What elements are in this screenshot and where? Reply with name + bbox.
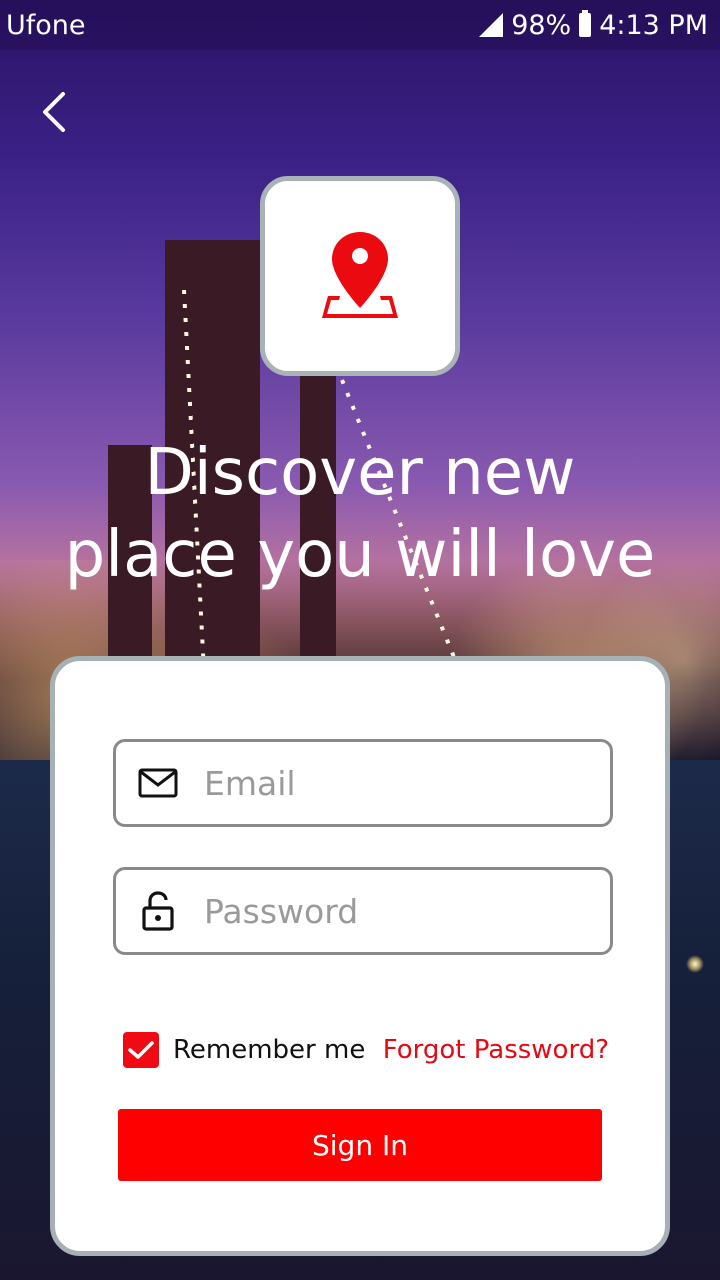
lock-icon	[136, 889, 180, 933]
chevron-left-icon	[43, 92, 65, 132]
login-card: Remember me Forgot Password? Sign In	[50, 656, 670, 1256]
login-screen: Ufone 98% 4:13 PM Discover new place you…	[0, 0, 720, 1280]
email-input[interactable]	[202, 762, 586, 804]
back-button[interactable]	[34, 86, 74, 138]
headline-line-2: place you will love	[64, 518, 656, 592]
map-pin-icon	[322, 232, 398, 318]
email-field[interactable]	[113, 739, 613, 827]
remember-me-label: Remember me	[173, 1035, 366, 1065]
signal-icon	[479, 13, 504, 37]
mail-icon	[136, 761, 180, 805]
password-input[interactable]	[202, 890, 586, 932]
status-bar: Ufone 98% 4:13 PM	[0, 0, 720, 50]
remember-me-checkbox[interactable]	[123, 1032, 159, 1068]
status-indicators: 98% 4:13 PM	[479, 10, 708, 41]
carrier-name: Ufone	[6, 9, 86, 41]
battery-icon	[579, 10, 592, 37]
sign-in-button[interactable]: Sign In	[118, 1109, 602, 1181]
battery-percent: 98%	[511, 9, 572, 41]
headline: Discover new place you will love	[0, 432, 720, 596]
street-lamp	[686, 955, 704, 973]
remember-me-toggle[interactable]: Remember me	[123, 1032, 365, 1068]
clock-time: 4:13 PM	[599, 9, 708, 41]
app-logo	[260, 176, 460, 376]
forgot-password-link[interactable]: Forgot Password?	[383, 1035, 609, 1065]
headline-line-1: Discover new	[144, 436, 576, 510]
password-field[interactable]	[113, 867, 613, 955]
options-row: Remember me Forgot Password?	[123, 1027, 609, 1073]
checkmark-icon	[128, 1041, 154, 1059]
